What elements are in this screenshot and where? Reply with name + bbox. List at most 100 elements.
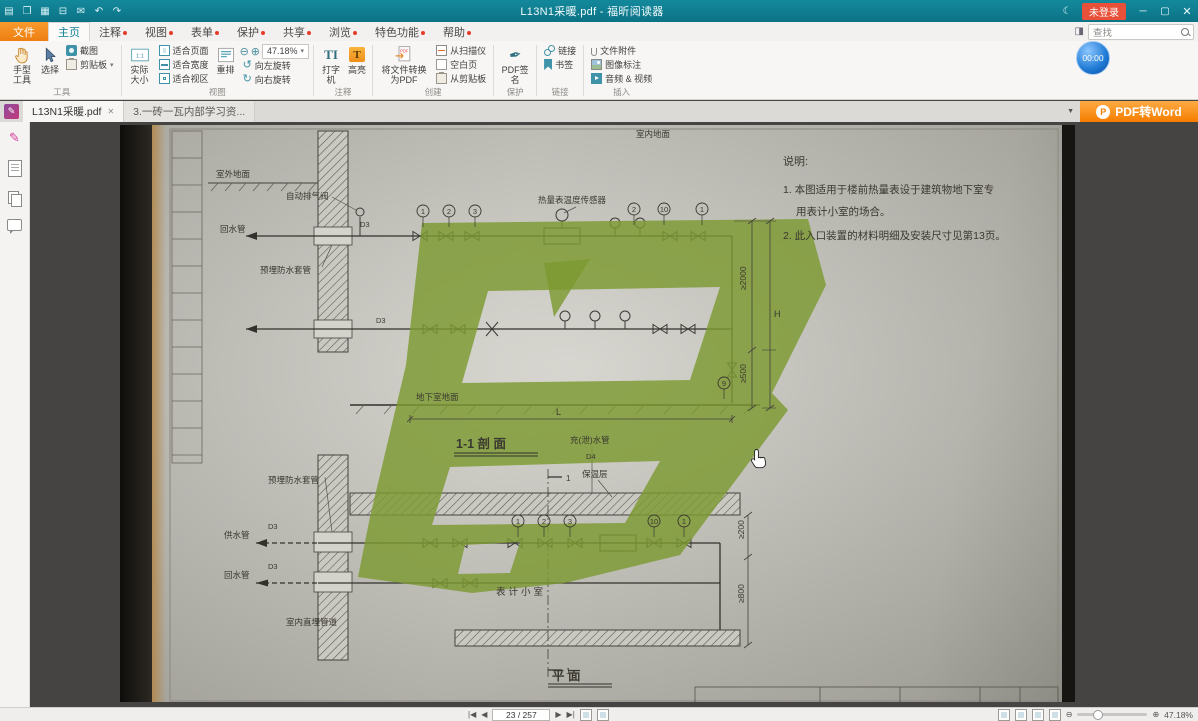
legend-table bbox=[171, 130, 203, 464]
save-icon[interactable]: ▦ bbox=[36, 6, 54, 17]
typewriter-button[interactable]: TI 打字机 bbox=[318, 43, 344, 87]
group-label-create: 创建 bbox=[424, 87, 442, 97]
zoom-in-icon[interactable]: ⊕ bbox=[1152, 710, 1159, 719]
zoom-slider[interactable] bbox=[1077, 710, 1148, 720]
previous-view-button[interactable] bbox=[579, 708, 592, 721]
page-thumbnails-icon[interactable] bbox=[8, 191, 22, 207]
maximize-button[interactable]: ▢ bbox=[1154, 6, 1176, 17]
menu-tab-保护[interactable]: 保护 bbox=[228, 22, 274, 41]
ribbon-group-protect: ✒ PDF签名 保护 bbox=[495, 42, 535, 99]
reflow-button[interactable]: 重排 bbox=[214, 43, 238, 76]
fit-visible-button[interactable]: 适合视区 bbox=[156, 72, 212, 85]
zoom-level-dropdown[interactable]: 47.18% ▾ bbox=[262, 43, 310, 59]
hand-tool-button[interactable]: 手型工具 bbox=[7, 43, 37, 87]
watermark-logo bbox=[358, 219, 826, 593]
menu-tab-浏览[interactable]: 浏览 bbox=[320, 22, 366, 41]
from-scanner-button[interactable]: 从扫描仪 bbox=[433, 44, 489, 57]
zoom-level-value: 47.18% bbox=[267, 46, 298, 56]
diagram-label: 地下室地面 bbox=[416, 392, 459, 402]
close-tab-icon[interactable]: ✕ bbox=[107, 107, 114, 116]
snapshot-button[interactable]: 截图 bbox=[63, 44, 117, 57]
redo-icon[interactable]: ↷ bbox=[108, 6, 126, 17]
zoom-out-icon[interactable]: ⊖ bbox=[240, 45, 249, 58]
bookmarks-panel-icon[interactable] bbox=[7, 160, 22, 177]
pdf-sign-button[interactable]: ✒ PDF签名 bbox=[498, 43, 532, 87]
link-label: 链接 bbox=[558, 46, 577, 56]
from-clipboard-button[interactable]: 从剪贴板 bbox=[433, 72, 489, 85]
first-page-button[interactable]: |◀ bbox=[468, 710, 476, 719]
screen-recorder-timer[interactable]: 00:00 bbox=[1076, 41, 1110, 75]
zoom-in-icon[interactable]: ⊕ bbox=[251, 45, 260, 58]
tab-list-icon[interactable]: ▼ bbox=[1067, 108, 1074, 115]
file-menu-button[interactable]: 文件 bbox=[0, 22, 48, 41]
menu-tab-帮助[interactable]: 帮助 bbox=[434, 22, 480, 41]
snapshot-label: 截图 bbox=[80, 46, 99, 56]
diagram-label: 预埋防水套管 bbox=[260, 265, 311, 275]
file-attachment-button[interactable]: 文件附件 bbox=[588, 44, 655, 57]
audio-video-button[interactable]: 音频 & 视频 bbox=[588, 72, 655, 85]
menu-tab-特色功能[interactable]: 特色功能 bbox=[366, 22, 434, 41]
single-page-view-button[interactable] bbox=[997, 708, 1010, 721]
link-button[interactable]: 链接 bbox=[541, 44, 579, 57]
fit-width-label: 适合宽度 bbox=[172, 60, 209, 70]
previous-page-button[interactable]: ◀ bbox=[481, 710, 487, 719]
panel-toggle-icon[interactable]: ◨ bbox=[1075, 26, 1084, 37]
file-attachment-label: 文件附件 bbox=[600, 46, 637, 56]
night-mode-icon[interactable]: ☾ bbox=[1058, 6, 1076, 17]
print-icon[interactable]: ⊟ bbox=[54, 6, 72, 17]
start-page-icon[interactable]: ✎ bbox=[4, 104, 19, 119]
zoom-percentage[interactable]: 47.18% bbox=[1164, 710, 1193, 720]
document-tab-active[interactable]: L13N1采暖.pdf ✕ bbox=[23, 101, 125, 122]
continuous-view-button[interactable] bbox=[1014, 708, 1027, 721]
zoom-slider-thumb[interactable] bbox=[1092, 710, 1103, 720]
comments-panel-icon[interactable] bbox=[7, 219, 22, 234]
hand-tool-label: 手型工具 bbox=[12, 65, 31, 86]
actual-size-button[interactable]: 1:1 实际大小 bbox=[126, 43, 154, 87]
wall-plan bbox=[317, 454, 349, 661]
select-button[interactable]: 选择 bbox=[39, 43, 61, 76]
image-icon bbox=[591, 59, 603, 70]
zoom-out-icon[interactable]: ⊖ bbox=[1066, 710, 1073, 719]
diagram-label: H bbox=[774, 309, 781, 319]
rotate-right-button[interactable]: ↻ 向右旋转 bbox=[240, 73, 309, 86]
menu-tab-主页[interactable]: 主页 bbox=[48, 22, 90, 41]
rotate-left-button[interactable]: ↺ 向左旋转 bbox=[240, 59, 309, 72]
next-page-button[interactable]: ▶ bbox=[555, 710, 561, 719]
annotation-pen-icon[interactable]: ✎ bbox=[9, 130, 20, 146]
blank-page-button[interactable]: 空白页 bbox=[433, 58, 489, 71]
minimize-button[interactable]: ─ bbox=[1132, 6, 1154, 17]
menu-tab-共享[interactable]: 共享 bbox=[274, 22, 320, 41]
fit-width-button[interactable]: 适合宽度 bbox=[156, 58, 212, 71]
highlight-button[interactable]: T 高亮 bbox=[346, 43, 368, 76]
clipboard-button[interactable]: 剪贴板 ▾ bbox=[63, 58, 117, 71]
open-file-icon[interactable]: ❐ bbox=[18, 6, 36, 17]
search-input[interactable]: 查找 bbox=[1088, 23, 1194, 40]
svg-text:PDF: PDF bbox=[400, 48, 409, 53]
menu-tab-表单[interactable]: 表单 bbox=[182, 22, 228, 41]
image-annotation-button[interactable]: 图像标注 bbox=[588, 58, 655, 71]
search-icon[interactable] bbox=[1181, 27, 1189, 36]
fit-page-button[interactable]: 适合页面 bbox=[156, 44, 212, 57]
undo-icon[interactable]: ↶ bbox=[90, 6, 108, 17]
last-page-button[interactable]: ▶| bbox=[567, 710, 575, 719]
highlight-label: 高亮 bbox=[348, 65, 367, 75]
document-tab-inactive[interactable]: 3.一砖一瓦内部学习资... bbox=[124, 101, 256, 122]
fullscreen-button[interactable] bbox=[1048, 708, 1061, 721]
title-block bbox=[694, 686, 1059, 702]
convert-to-pdf-icon: PDF bbox=[394, 44, 414, 65]
next-view-button[interactable] bbox=[596, 708, 609, 721]
from-scanner-label: 从扫描仪 bbox=[450, 46, 487, 56]
page-number-input[interactable] bbox=[492, 708, 551, 721]
convert-to-pdf-button[interactable]: PDF 将文件转换为PDF bbox=[377, 43, 431, 87]
menu-tab-视图[interactable]: 视图 bbox=[136, 22, 182, 41]
close-button[interactable]: ✕ bbox=[1176, 5, 1198, 18]
facing-view-button[interactable] bbox=[1031, 708, 1044, 721]
menu-tab-注释[interactable]: 注释 bbox=[90, 22, 136, 41]
svg-text:1: 1 bbox=[421, 207, 425, 216]
snapshot-camera-icon bbox=[66, 45, 78, 56]
bookmark-button[interactable]: 书签 bbox=[541, 58, 579, 71]
email-icon[interactable]: ✉ bbox=[72, 6, 90, 17]
login-button[interactable]: 未登录 bbox=[1082, 2, 1126, 20]
pdf-page-photo[interactable]: 说明: 1. 本图适用于楼前热量表设于建筑物地下室专 用表计小室的场合。 2. 此入口… bbox=[120, 125, 1075, 702]
pdf-to-word-button[interactable]: P PDF转Word bbox=[1080, 101, 1198, 122]
